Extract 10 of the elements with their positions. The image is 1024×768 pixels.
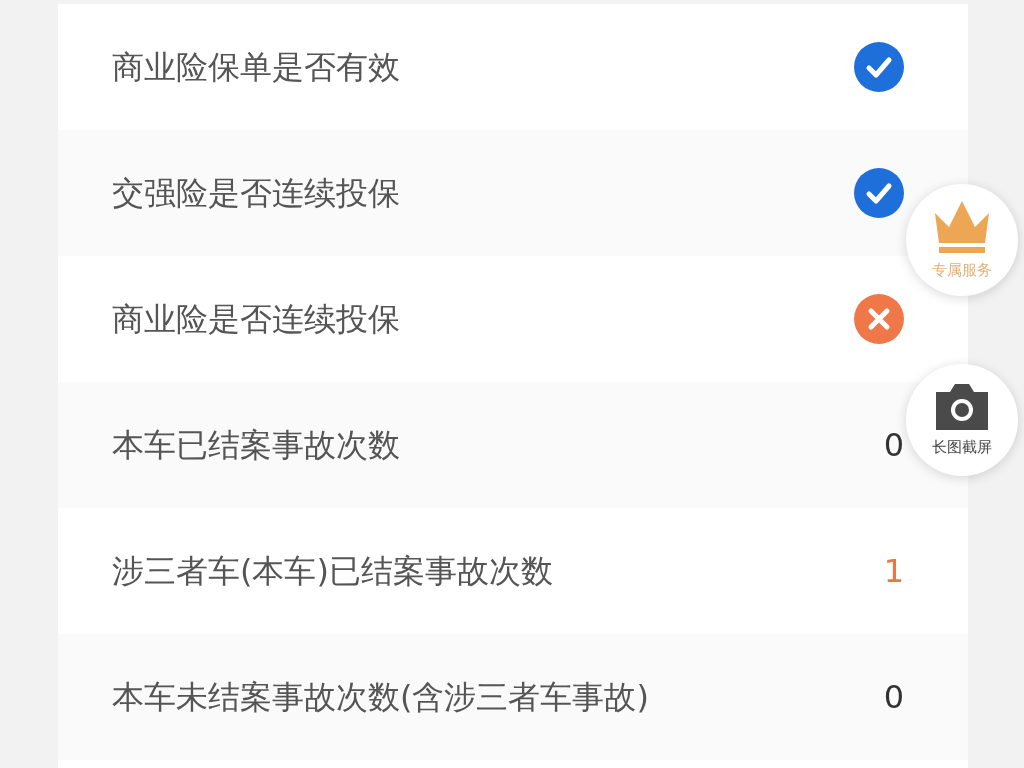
row-label: 商业险是否连续投保: [112, 299, 400, 340]
row-label: 商业险保单是否有效: [112, 47, 400, 88]
screenshot-button[interactable]: 长图截屏: [906, 364, 1018, 476]
count-value: 0: [883, 677, 904, 718]
row-label: 本车未结案事故次数(含涉三者车事故): [112, 677, 649, 718]
row-label: 涉三者车(本车)已结案事故次数: [112, 551, 553, 592]
row-label: 交强险是否连续投保: [112, 173, 400, 214]
count-value: 0: [883, 425, 904, 466]
count-value: 1: [883, 551, 904, 592]
row-label: 本车已结案事故次数: [112, 425, 400, 466]
